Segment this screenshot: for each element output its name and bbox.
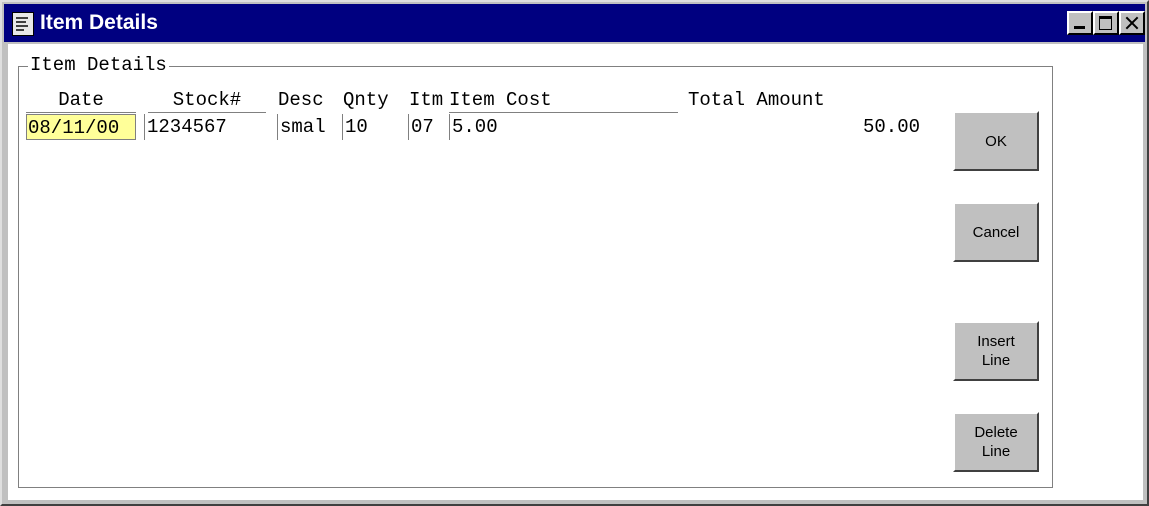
minimize-button[interactable] bbox=[1067, 11, 1093, 35]
client-area: Item Details Date Stock# Desc Qnty Itm I… bbox=[8, 44, 1143, 500]
total-amount-value: 50.00 bbox=[862, 116, 920, 138]
description-field[interactable]: smal bbox=[277, 114, 335, 140]
group-label: Item Details bbox=[28, 54, 169, 76]
cancel-button[interactable]: Cancel bbox=[953, 202, 1039, 262]
column-header-stock: Stock# bbox=[148, 88, 266, 113]
window-title: Item Details bbox=[40, 11, 158, 34]
column-header-total-amount: Total Amount bbox=[688, 89, 825, 111]
maximize-button[interactable] bbox=[1093, 11, 1119, 35]
quantity-field[interactable]: 10 bbox=[342, 114, 402, 140]
item-code-field[interactable]: 07 bbox=[408, 114, 446, 140]
insert-line-button[interactable]: Insert Line bbox=[953, 321, 1039, 381]
column-header-date: Date bbox=[26, 88, 136, 113]
document-icon[interactable] bbox=[12, 12, 34, 36]
column-header-itm: Itm bbox=[409, 89, 444, 111]
ok-button[interactable]: OK bbox=[953, 111, 1039, 171]
close-button[interactable] bbox=[1119, 11, 1145, 35]
column-header-desc: Desc bbox=[278, 89, 324, 111]
item-cost-field[interactable]: 5.00 bbox=[449, 114, 678, 140]
column-header-qnty: Qnty bbox=[343, 89, 389, 111]
delete-line-button[interactable]: Delete Line bbox=[953, 412, 1039, 472]
title-bar[interactable]: Item Details bbox=[4, 4, 1145, 42]
item-details-window: Item Details Item Details Date Stock# De… bbox=[0, 0, 1149, 506]
date-field[interactable]: 08/11/00 bbox=[26, 114, 136, 140]
column-header-item-cost: Item Cost bbox=[449, 88, 678, 113]
stock-number-field[interactable]: 1234567 bbox=[144, 114, 266, 140]
